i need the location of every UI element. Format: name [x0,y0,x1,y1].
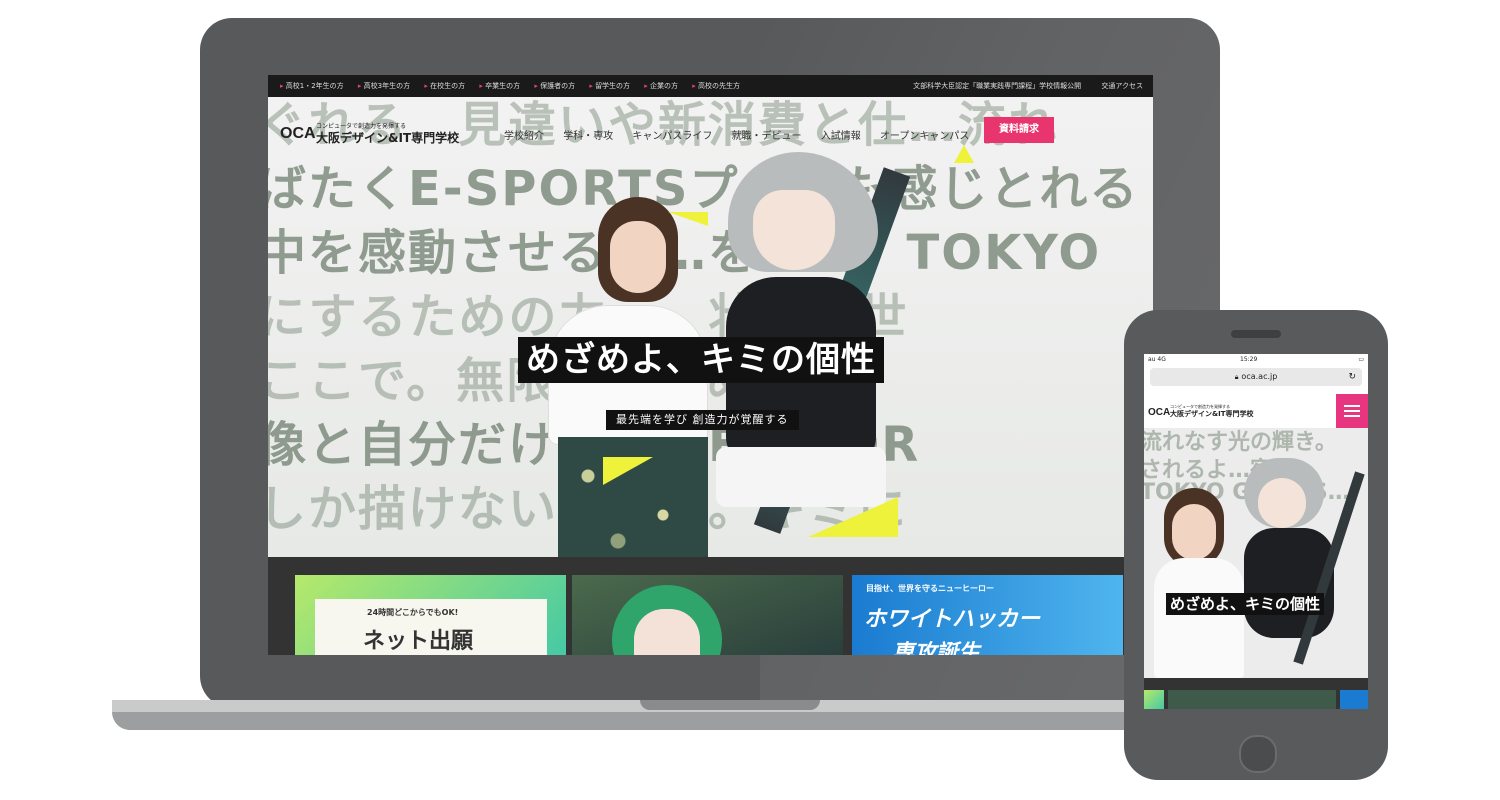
home-button[interactable] [1239,735,1277,773]
banner-big-text: ホワイトハッカー [864,607,1041,632]
hero-student-body [1154,558,1244,678]
reload-icon[interactable]: ↻ [1348,368,1356,386]
hero-character-face [1258,478,1306,528]
url-text: oca.ac.jp [1241,372,1278,381]
disclosure-link[interactable]: 文部科学大臣認定「職業実践専門課程」学校情報公開 [913,82,1081,90]
yellow-shard-decoration [668,212,708,226]
phone-hero: 流れなす光の輝き。 されるよ…宿り… TOKYO GAME S… めざめよ、キミ… [1144,428,1368,678]
phone-status-bar: au 4G 15:29 ▭ [1144,354,1368,366]
nav-item-campus-life[interactable]: キャンパスライフ [632,131,712,142]
white-hacker-banner[interactable] [1340,690,1368,709]
nav-item-courses[interactable]: 学科・専攻 [563,131,613,142]
yellow-shard-decoration [954,145,974,163]
audience-link[interactable]: 留学生の方 [589,82,630,90]
character-banner[interactable] [572,575,843,655]
logo-name: 大阪デザイン&IT専門学校 [1170,410,1254,418]
banner-big-text: 専攻誕生 [892,641,981,655]
hero: ぐれる 見違いや新消費と仕…流れ ばたくE-SPORTSプ…でも感じとれる 中を… [268,97,1153,557]
phone-screen: au 4G 15:29 ▭ 🔒︎ oca.ac.jp ↻ OCA コンピュータで創… [1144,354,1368,709]
logo-mark: OCA [1148,407,1171,418]
nav-item-about[interactable]: 学校紹介 [504,131,544,142]
address-bar[interactable]: 🔒︎ oca.ac.jp ↻ [1150,368,1362,386]
hero-subline: 最先端を学び 創造力が覚醒する [606,410,799,430]
nav-item-career[interactable]: 就職・デビュー [732,131,802,142]
audience-link[interactable]: 高校1・2年生の方 [280,82,344,90]
utility-right-links: 文部科学大臣認定「職業実践専門課程」学校情報公開 交通アクセス [895,75,1143,97]
audience-link[interactable]: 企業の方 [644,82,678,90]
status-time: 15:29 [1240,356,1258,363]
phone-banner-strip [1144,678,1368,709]
main-nav: 学校紹介 学科・専攻 キャンパスライフ 就職・デビュー 入試情報 オープンキャン… [504,127,985,142]
hamburger-menu-icon[interactable] [1336,394,1368,428]
logo-name: 大阪デザイン&IT専門学校 [316,131,460,145]
yellow-shard-decoration [603,457,653,485]
banner-strip: 24時間どこからでもOK! ネット出願 目指せ、世界を守るニューヒーロー ホワイ… [268,557,1153,655]
laptop-notch [640,700,820,710]
utility-bar: 高校1・2年生の方 高校3年生の方 在校生の方 卒業生の方 保護者の方 留学生の… [268,75,1153,97]
banner-small-text: 目指せ、世界を守るニューヒーロー [866,584,994,593]
laptop-screen: 高校1・2年生の方 高校3年生の方 在校生の方 卒業生の方 保護者の方 留学生の… [268,75,1153,655]
logo-mark: OCA [280,125,316,142]
character-banner[interactable] [1168,690,1336,709]
audience-links: 高校1・2年生の方 高校3年生の方 在校生の方 卒業生の方 保護者の方 留学生の… [280,75,752,97]
carrier-signal: au 4G [1148,356,1166,363]
net-application-banner[interactable] [1144,690,1164,709]
phone-site-header: OCA コンピュータで創造力を発揮する 大阪デザイン&IT専門学校 [1144,394,1368,428]
hero-student-face [1172,504,1216,560]
phone-frame: au 4G 15:29 ▭ 🔒︎ oca.ac.jp ↻ OCA コンピュータで創… [1124,310,1388,780]
lock-icon: 🔒︎ [1234,373,1239,381]
audience-link[interactable]: 高校の先生方 [692,82,740,90]
nav-item-admissions[interactable]: 入試情報 [821,131,861,142]
hero-headline: めざめよ、キミの個性 [1166,593,1325,615]
nav-item-open-campus[interactable]: オープンキャンパス [880,131,969,142]
yellow-shard-decoration [808,497,898,537]
audience-link[interactable]: 保護者の方 [534,82,575,90]
white-hacker-banner[interactable]: 目指せ、世界を守るニューヒーロー ホワイトハッカー 専攻誕生 [852,575,1123,655]
banner-small-text: 24時間どこからでもOK! [367,608,459,617]
access-link[interactable]: 交通アクセス [1101,82,1143,90]
net-application-banner[interactable]: 24時間どこからでもOK! ネット出願 [295,575,566,655]
audience-link[interactable]: 卒業生の方 [479,82,520,90]
phone-speaker [1231,330,1281,338]
banner-big-text: ネット出願 [363,629,474,654]
battery-icon: ▭ [1358,356,1364,363]
hero-headline: めざめよ、キミの個性 [518,337,884,383]
audience-link[interactable]: 在校生の方 [424,82,465,90]
request-brochure-button[interactable]: 資料請求 [984,117,1054,143]
audience-link[interactable]: 高校3年生の方 [358,82,410,90]
